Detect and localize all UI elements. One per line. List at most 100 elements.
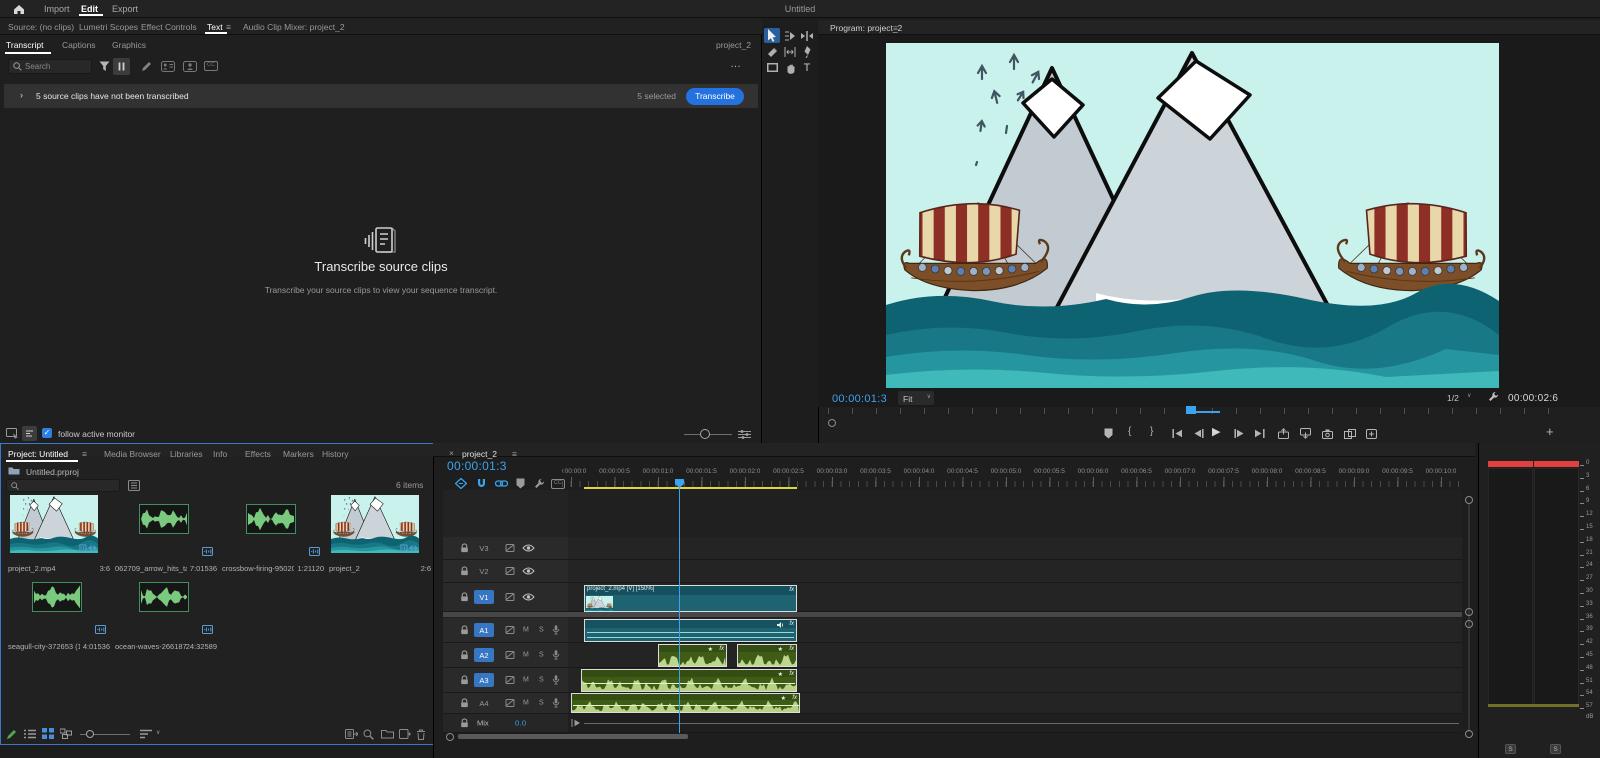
mute-button[interactable]: M bbox=[523, 652, 529, 659]
solo-button[interactable]: S bbox=[539, 700, 544, 707]
audio-thumbnail[interactable] bbox=[32, 582, 82, 612]
program-video-frame[interactable] bbox=[886, 43, 1499, 388]
toggle-track-output-icon[interactable] bbox=[522, 593, 535, 602]
tab-info[interactable]: Info bbox=[213, 449, 227, 459]
keyframe-nav-icon[interactable] bbox=[571, 719, 581, 727]
project-item-video[interactable]: project_2.mp4 3:6 bbox=[8, 495, 110, 573]
timeline-clip-a4[interactable]: ★ fx bbox=[571, 693, 800, 713]
vscroll-handle-b[interactable] bbox=[1465, 620, 1473, 628]
lock-icon[interactable] bbox=[460, 592, 469, 602]
filter-bin-icon[interactable] bbox=[128, 480, 140, 491]
settings-sliders-icon[interactable] bbox=[738, 429, 751, 440]
sequence-thumbnail[interactable] bbox=[331, 495, 419, 553]
solo-button[interactable]: S bbox=[539, 652, 544, 659]
automate-to-sequence-icon[interactable] bbox=[345, 729, 358, 739]
timeline-tab-close-icon[interactable]: × bbox=[449, 448, 454, 458]
solo-left-button[interactable]: S bbox=[1505, 744, 1516, 754]
hscroll-thumb[interactable] bbox=[458, 734, 688, 739]
tab-lumetri-scopes[interactable]: Lumetri Scopes bbox=[79, 22, 138, 32]
text-zoom-slider-knob[interactable] bbox=[700, 429, 710, 439]
audio-thumbnail[interactable] bbox=[246, 504, 296, 534]
linked-selection-icon[interactable] bbox=[495, 478, 508, 489]
delete-trash-icon[interactable] bbox=[416, 729, 426, 740]
lift-button[interactable] bbox=[1278, 428, 1289, 439]
new-bin-icon[interactable] bbox=[381, 729, 394, 739]
lock-icon[interactable] bbox=[460, 718, 469, 728]
filter-icon[interactable] bbox=[99, 61, 110, 72]
step-forward-button[interactable] bbox=[1234, 429, 1244, 438]
icon-view-icon[interactable] bbox=[42, 728, 54, 739]
search-input[interactable] bbox=[25, 62, 87, 71]
mute-button[interactable]: M bbox=[523, 627, 529, 634]
track-target-A4[interactable]: A4 bbox=[474, 696, 494, 710]
go-to-in-button[interactable] bbox=[1172, 429, 1183, 438]
tab-libraries[interactable]: Libraries bbox=[170, 449, 203, 459]
track-target-V1[interactable]: V1 bbox=[474, 590, 494, 604]
tab-markers[interactable]: Markers bbox=[283, 449, 314, 459]
clip-indicator-right[interactable] bbox=[1534, 461, 1579, 467]
project-item-audio[interactable]: ocean-waves-266187.. 24:32589 bbox=[115, 573, 217, 651]
track-select-forward-tool[interactable] bbox=[782, 28, 798, 43]
project-bin-name[interactable]: Untitled.prproj bbox=[26, 467, 79, 477]
tab-media-browser[interactable]: Media Browser bbox=[104, 449, 161, 459]
project-item-audio[interactable]: seagull-city-372653 (1)..4:01536 bbox=[8, 573, 110, 651]
hscroll-left-handle[interactable] bbox=[446, 733, 454, 741]
tab-text[interactable]: Text bbox=[207, 22, 223, 32]
timeline-tab-label[interactable]: project_2 bbox=[462, 449, 497, 459]
edit-pencil-icon[interactable] bbox=[141, 61, 152, 72]
thumbnail-zoom-slider-knob[interactable] bbox=[86, 730, 94, 738]
comparison-view-button[interactable] bbox=[1344, 429, 1356, 439]
timeline-add-marker-icon[interactable] bbox=[516, 478, 525, 489]
transcript-search-box[interactable] bbox=[8, 59, 92, 74]
voiceover-mic-icon[interactable] bbox=[552, 675, 560, 686]
find-icon[interactable] bbox=[363, 729, 374, 740]
lock-icon[interactable] bbox=[460, 625, 469, 635]
clip-name[interactable]: 062709_arrow_hits_ta.. bbox=[115, 564, 187, 573]
solo-button[interactable]: S bbox=[539, 627, 544, 634]
freeform-view-icon[interactable] bbox=[60, 728, 72, 739]
mix-volume-value[interactable]: 0.0 bbox=[515, 719, 526, 728]
speaker-assign-icon[interactable] bbox=[183, 61, 197, 72]
clip-name[interactable]: crossbow-firing-95020.. bbox=[222, 564, 294, 573]
program-playhead-marker[interactable] bbox=[1186, 406, 1196, 414]
voiceover-mic-icon[interactable] bbox=[552, 698, 560, 709]
hand-tool[interactable] bbox=[782, 60, 798, 75]
tab-graphics[interactable]: Graphics bbox=[112, 40, 146, 50]
project-item-audio[interactable]: 062709_arrow_hits_ta.. 7:01536 bbox=[115, 495, 217, 573]
sort-icon[interactable] bbox=[140, 729, 152, 739]
tab-effect-controls[interactable]: Effect Controls bbox=[141, 22, 197, 32]
lock-icon[interactable] bbox=[460, 675, 469, 685]
new-item-icon[interactable] bbox=[399, 729, 411, 739]
project-search-input[interactable] bbox=[22, 481, 115, 490]
track-target-V2[interactable]: V2 bbox=[474, 564, 494, 578]
transcript-more-menu-icon[interactable]: … bbox=[730, 58, 741, 70]
clip-indicator-left[interactable] bbox=[1488, 461, 1533, 467]
lock-icon[interactable] bbox=[460, 566, 469, 576]
timeline-playhead-line[interactable] bbox=[679, 487, 680, 733]
video-thumbnail[interactable] bbox=[10, 495, 98, 553]
add-track-plus-button[interactable]: + bbox=[1546, 424, 1554, 439]
nest-sequences-icon[interactable] bbox=[455, 478, 467, 489]
export-frame-button[interactable] bbox=[1322, 429, 1333, 439]
sync-lock-icon[interactable] bbox=[505, 625, 515, 635]
timeline-clip-a1[interactable]: fx bbox=[584, 619, 797, 642]
list-view-icon[interactable] bbox=[24, 729, 36, 739]
video-audio-divider[interactable] bbox=[443, 612, 1462, 617]
rectangle-tool[interactable] bbox=[764, 60, 780, 75]
snap-magnet-icon[interactable] bbox=[476, 478, 487, 489]
type-tool[interactable]: T bbox=[799, 60, 815, 75]
sync-lock-icon[interactable] bbox=[505, 650, 515, 660]
track-target-A2[interactable]: A2 bbox=[474, 648, 494, 662]
captions-cc-icon[interactable]: CC bbox=[204, 61, 218, 71]
timeline-clip-a2-1[interactable]: ★ fx bbox=[658, 644, 727, 667]
project-item-sequence[interactable]: project_2 2:6 bbox=[329, 495, 431, 573]
sync-lock-icon[interactable] bbox=[505, 675, 515, 685]
clip-name[interactable]: project_2.mp4 bbox=[8, 564, 56, 573]
clip-name[interactable]: project_2 bbox=[329, 564, 360, 573]
tab-transcript[interactable]: Transcript bbox=[6, 40, 43, 50]
mute-button[interactable]: M bbox=[523, 677, 529, 684]
ripple-edit-tool[interactable] bbox=[799, 28, 815, 43]
audio-thumbnail[interactable] bbox=[139, 582, 189, 612]
tab-effects[interactable]: Effects bbox=[245, 449, 271, 459]
tab-audio-clip-mixer[interactable]: Audio Clip Mixer: project_2 bbox=[243, 22, 345, 32]
